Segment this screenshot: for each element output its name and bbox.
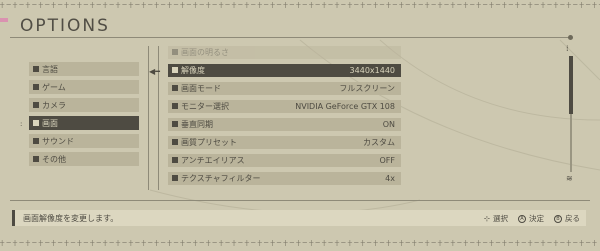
category-label: カメラ: [42, 100, 66, 110]
category-screen[interactable]: 画面: [29, 116, 139, 130]
divider-dot: [568, 35, 573, 40]
bullet-icon: [172, 139, 178, 145]
scrollbar-thumb[interactable]: [569, 56, 573, 114]
setting-value: カスタム: [363, 138, 395, 147]
dpad-icon: ⊹: [483, 214, 490, 223]
hint-label: 決定: [529, 214, 544, 223]
bullet-icon: [172, 67, 178, 73]
bullet-icon: [172, 175, 178, 181]
category-label: サウンド: [42, 136, 74, 146]
bullet-icon: [172, 157, 178, 163]
bullet-icon: [33, 102, 39, 108]
bullet-icon: [33, 84, 39, 90]
hint-select[interactable]: ⊹ 選択: [484, 213, 508, 224]
category-other[interactable]: その他: [29, 152, 139, 166]
bullet-icon: [33, 120, 39, 126]
setting-screen-mode[interactable]: 画面モード フルスクリーン: [168, 82, 401, 95]
setting-value: OFF: [379, 156, 396, 165]
setting-label: アンチエイリアス: [181, 156, 245, 165]
setting-label: テクスチャフィルター: [181, 174, 261, 183]
b-button-icon: B: [554, 214, 562, 223]
setting-label: 画面の明るさ: [181, 48, 229, 57]
setting-value: 3440x1440: [349, 66, 395, 75]
a-button-icon: A: [518, 214, 526, 223]
category-sound[interactable]: サウンド: [29, 134, 139, 148]
setting-value: NVIDIA GeForce GTX 108: [295, 102, 395, 111]
footer-divider: [10, 200, 590, 201]
category-label: ゲーム: [42, 82, 66, 92]
setting-brightness[interactable]: 画面の明るさ: [168, 46, 401, 59]
setting-resolution[interactable]: 解像度 3440x1440: [168, 64, 401, 77]
hint-confirm[interactable]: A 決定: [518, 213, 544, 224]
title-divider: [10, 37, 570, 38]
category-camera[interactable]: カメラ: [29, 98, 139, 112]
setting-quality-preset[interactable]: 画質プリセット カスタム: [168, 136, 401, 149]
bottom-border-pattern: ┼ ─ ┼ ─ ┼ ─ ┼ ─ ┼ ─ ┼ ─ ┼ ─ ┼ ─ ┼ ─ ┼ ─ …: [0, 240, 597, 246]
category-label: その他: [42, 154, 66, 164]
hint-label: 戻る: [565, 214, 580, 223]
help-description: 画面解像度を変更します。: [23, 214, 119, 223]
bullet-icon: [172, 49, 178, 55]
setting-label: 解像度: [181, 66, 205, 75]
setting-texture-filter[interactable]: テクスチャフィルター 4x: [168, 172, 401, 185]
scroll-bottom-cap-icon: ≋: [566, 174, 573, 183]
menu-cursor-icon: :: [20, 120, 23, 128]
hint-back[interactable]: B 戻る: [554, 213, 580, 224]
corner-mark: [0, 18, 8, 22]
setting-value: ON: [382, 120, 395, 129]
scroll-top-cap-icon: ⁞: [566, 44, 569, 53]
button-hints: ⊹ 選択 A 決定 B 戻る: [484, 213, 580, 224]
settings-list: 画面の明るさ 解像度 3440x1440 画面モード フルスクリーン モニター選…: [168, 46, 401, 190]
category-label: 画面: [42, 118, 58, 128]
setting-value: 4x: [385, 174, 395, 183]
setting-antialiasing[interactable]: アンチエイリアス OFF: [168, 154, 401, 167]
bullet-icon: [172, 103, 178, 109]
bullet-icon: [172, 85, 178, 91]
top-border-pattern: ┼ ─ ┼ ─ ┼ ─ ┼ ─ ┼ ─ ┼ ─ ┼ ─ ┼ ─ ┼ ─ ┼ ─ …: [0, 2, 600, 8]
selection-pointer-icon: ◀━: [149, 67, 160, 76]
page-title: OPTIONS: [20, 16, 110, 36]
bullet-icon: [172, 121, 178, 127]
setting-value: フルスクリーン: [339, 84, 395, 93]
category-language[interactable]: 言語: [29, 62, 139, 76]
category-label: 言語: [42, 64, 58, 74]
category-menu: 言語 ゲーム カメラ 画面 サウンド その他: [29, 62, 139, 170]
help-bar: 画面解像度を変更します。 ⊹ 選択 A 決定 B 戻る: [12, 210, 586, 226]
bullet-icon: [33, 66, 39, 72]
setting-label: 画面モード: [181, 84, 221, 93]
setting-vsync[interactable]: 垂直同期 ON: [168, 118, 401, 131]
category-game[interactable]: ゲーム: [29, 80, 139, 94]
hint-label: 選択: [493, 214, 508, 223]
setting-label: 画質プリセット: [181, 138, 237, 147]
bullet-icon: [33, 156, 39, 162]
setting-label: 垂直同期: [181, 120, 213, 129]
setting-label: モニター選択: [181, 102, 229, 111]
bullet-icon: [33, 138, 39, 144]
setting-monitor[interactable]: モニター選択 NVIDIA GeForce GTX 108: [168, 100, 401, 113]
